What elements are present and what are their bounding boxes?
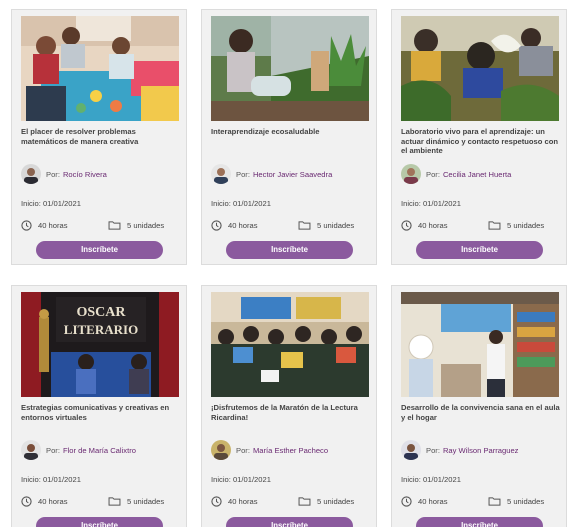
course-units: 5 unidades xyxy=(507,220,545,230)
clock-icon xyxy=(401,220,412,231)
course-title[interactable]: ¡Disfrutemos de la Maratón de la Lectura… xyxy=(211,403,371,422)
course-meta: 40 horas 5 unidades xyxy=(401,496,561,508)
course-start-date: Inicio: 01/01/2021 xyxy=(21,475,81,484)
author-prefix: Por: xyxy=(236,445,250,455)
course-image[interactable]: OSCAR LITERARIO xyxy=(21,292,179,397)
avatar xyxy=(21,164,41,184)
author-prefix: Por: xyxy=(236,169,250,179)
enroll-button[interactable]: Inscríbete xyxy=(36,517,163,527)
author-prefix: Por: xyxy=(46,169,60,179)
course-title[interactable]: El placer de resolver problemas matemáti… xyxy=(21,127,181,146)
course-image[interactable] xyxy=(211,16,369,121)
clock-icon xyxy=(21,496,32,507)
course-hours: 40 horas xyxy=(38,497,68,506)
course-hours: 40 horas xyxy=(418,221,448,230)
course-start-date: Inicio: 01/01/2021 xyxy=(211,199,271,208)
course-meta: 40 horas 5 unidades xyxy=(211,220,371,232)
course-title[interactable]: Estrategias comunicativas y creativas en… xyxy=(21,403,181,422)
enroll-button[interactable]: Inscríbete xyxy=(226,241,353,259)
avatar xyxy=(211,440,231,460)
course-hours: 40 horas xyxy=(38,221,68,230)
course-author: Por: Cecilia Janet Huerta xyxy=(401,164,511,184)
course-grid: El placer de resolver problemas matemáti… xyxy=(0,0,569,527)
author-name[interactable]: Cecilia Janet Huerta xyxy=(443,170,511,179)
course-start-date: Inicio: 01/01/2021 xyxy=(401,199,461,208)
course-author: Por: Flor de María Calixtro xyxy=(21,440,136,460)
enroll-button[interactable]: Inscríbete xyxy=(36,241,163,259)
course-author: Por: Hector Javier Saavedra xyxy=(211,164,332,184)
course-image[interactable] xyxy=(21,16,179,121)
folder-icon xyxy=(488,221,501,230)
course-units: 5 unidades xyxy=(127,220,165,230)
course-units: 5 unidades xyxy=(507,496,545,506)
course-card: Desarrollo de la convivencia sana en el … xyxy=(391,285,567,527)
folder-icon xyxy=(108,221,121,230)
course-start-date: Inicio: 01/01/2021 xyxy=(401,475,461,484)
course-author: Por: Rocío Rivera xyxy=(21,164,107,184)
enroll-button[interactable]: Inscríbete xyxy=(226,517,353,527)
author-prefix: Por: xyxy=(426,445,440,455)
course-meta: 40 horas 5 unidades xyxy=(21,220,181,232)
folder-icon xyxy=(108,497,121,506)
author-name[interactable]: Rocío Rivera xyxy=(63,170,107,179)
course-meta: 40 horas 5 unidades xyxy=(211,496,371,508)
course-title[interactable]: Desarrollo de la convivencia sana en el … xyxy=(401,403,561,422)
course-author: Por: María Esther Pacheco xyxy=(211,440,328,460)
clock-icon xyxy=(211,496,222,507)
oscar-heading: OSCAR xyxy=(76,305,126,320)
avatar xyxy=(401,440,421,460)
enroll-button[interactable]: Inscríbete xyxy=(416,241,543,259)
course-hours: 40 horas xyxy=(228,497,258,506)
avatar xyxy=(401,164,421,184)
author-name[interactable]: Ray Wilson Parraguez xyxy=(443,446,519,455)
course-card: OSCAR LITERARIO Estrategias comunicativa… xyxy=(11,285,187,527)
course-meta: 40 horas 5 unidades xyxy=(401,220,561,232)
course-title[interactable]: Laboratorio vivo para el aprendizaje: un… xyxy=(401,127,561,156)
clock-icon xyxy=(401,496,412,507)
author-name[interactable]: María Esther Pacheco xyxy=(253,446,328,455)
author-name[interactable]: Flor de María Calixtro xyxy=(63,446,136,455)
folder-icon xyxy=(298,497,311,506)
course-hours: 40 horas xyxy=(418,497,448,506)
course-units: 5 unidades xyxy=(127,496,165,506)
folder-icon xyxy=(488,497,501,506)
course-units: 5 unidades xyxy=(317,220,355,230)
author-name[interactable]: Hector Javier Saavedra xyxy=(253,170,332,179)
course-card: Interaprendizaje ecosaludable Por: Hecto… xyxy=(201,9,377,265)
folder-icon xyxy=(298,221,311,230)
course-start-date: Inicio: 01/01/2021 xyxy=(21,199,81,208)
course-image[interactable] xyxy=(401,292,559,397)
course-card: Laboratorio vivo para el aprendizaje: un… xyxy=(391,9,567,265)
author-prefix: Por: xyxy=(46,445,60,455)
course-author: Por: Ray Wilson Parraguez xyxy=(401,440,518,460)
literario-heading: LITERARIO xyxy=(64,322,138,337)
course-image[interactable] xyxy=(401,16,559,121)
avatar xyxy=(211,164,231,184)
course-start-date: Inicio: 01/01/2021 xyxy=(211,475,271,484)
course-units: 5 unidades xyxy=(317,496,355,506)
course-card: ¡Disfrutemos de la Maratón de la Lectura… xyxy=(201,285,377,527)
course-hours: 40 horas xyxy=(228,221,258,230)
avatar xyxy=(21,440,41,460)
course-meta: 40 horas 5 unidades xyxy=(21,496,181,508)
course-card: El placer de resolver problemas matemáti… xyxy=(11,9,187,265)
author-prefix: Por: xyxy=(426,169,440,179)
enroll-button[interactable]: Inscríbete xyxy=(416,517,543,527)
clock-icon xyxy=(211,220,222,231)
course-image[interactable] xyxy=(211,292,369,397)
clock-icon xyxy=(21,220,32,231)
course-title[interactable]: Interaprendizaje ecosaludable xyxy=(211,127,371,137)
